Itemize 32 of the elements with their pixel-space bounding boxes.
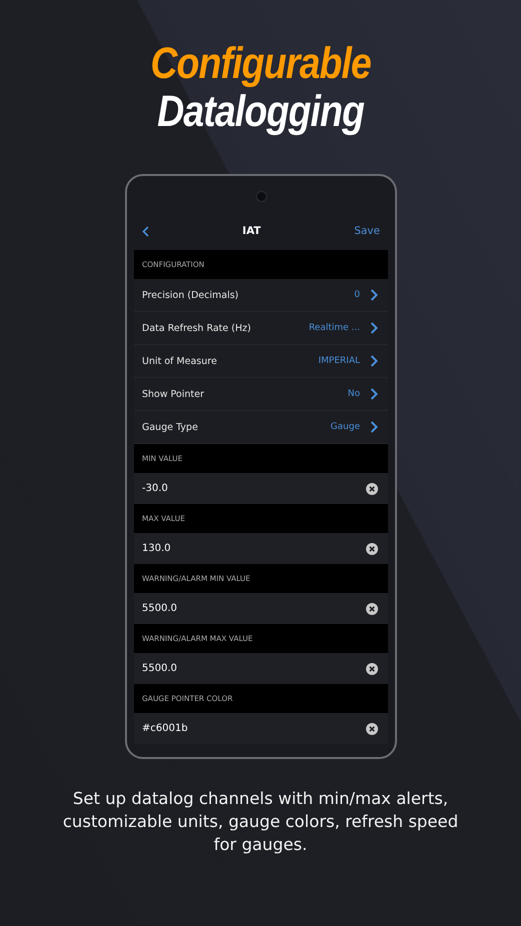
row-label: Gauge Type (142, 422, 199, 432)
clear-icon[interactable] (366, 662, 378, 674)
chevron-right-icon (370, 355, 378, 367)
row-label: Data Refresh Rate (Hz) (142, 322, 252, 334)
input-field[interactable]: 130.0 (134, 533, 388, 564)
save-button[interactable]: Save (354, 225, 380, 237)
headline: Datalogging (157, 88, 364, 136)
chevron-right-icon (370, 322, 378, 334)
clear-icon[interactable] (366, 542, 378, 554)
clear-icon[interactable] (366, 722, 378, 734)
chevron-right-icon (370, 388, 378, 400)
clear-icon[interactable] (366, 602, 378, 614)
back-button[interactable] (142, 226, 149, 236)
chevron-right-icon (370, 289, 378, 301)
row-value: No (348, 389, 360, 399)
input-field[interactable]: #c6001b (134, 713, 388, 744)
row-label: Precision (Decimals) (142, 290, 240, 300)
input-field[interactable]: -30.0 (134, 473, 388, 504)
row-value: IMPERIAL (318, 356, 360, 366)
chevron-right-icon (370, 421, 378, 433)
row-label: Unit of Measure (142, 356, 218, 366)
row-label: Show Pointer (142, 388, 205, 400)
camera-icon (256, 191, 266, 202)
clear-icon[interactable] (366, 482, 378, 494)
input-field[interactable]: 5500.0 (134, 593, 388, 624)
row-value: Gauge (330, 422, 360, 432)
headline: Configurable (150, 40, 371, 88)
caption: Set up datalog channels with min/max alerts, customizable units, gauge colors, refresh speed for gauges. (62, 788, 460, 856)
screen-title: IAT (242, 225, 261, 237)
input-field[interactable]: 5500.0 (134, 653, 388, 684)
row-value: 0 (354, 290, 360, 300)
row-value: Realtime ... (308, 323, 360, 333)
